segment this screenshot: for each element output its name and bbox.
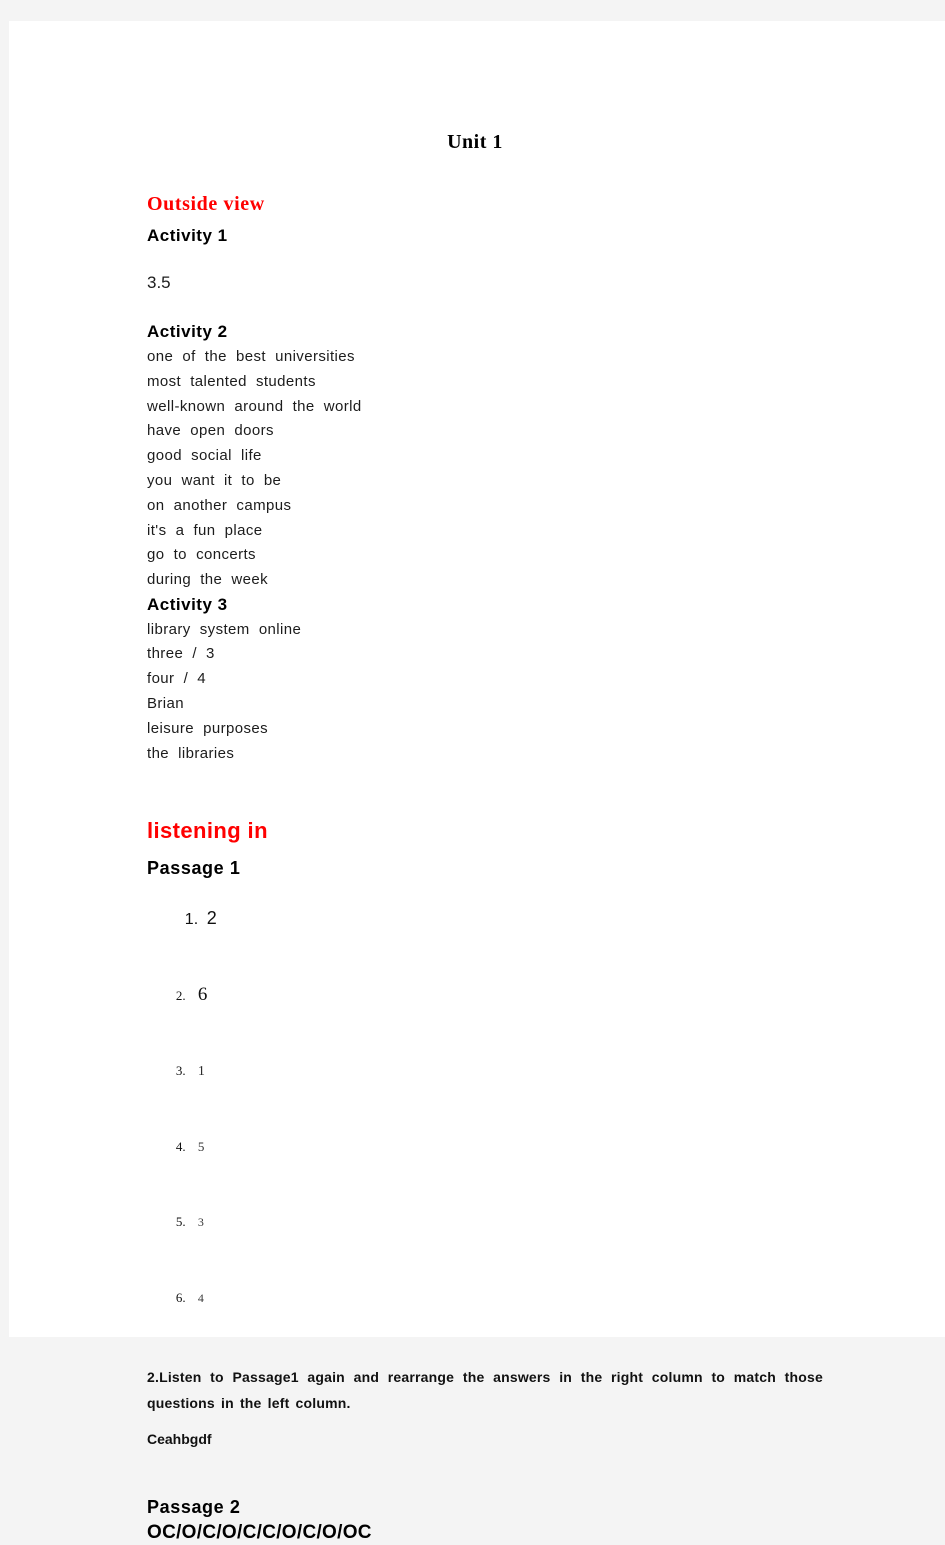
passage-1-instruction: 2.Listen to Passage1 again and rearrange… <box>147 1368 823 1411</box>
activity-heading-1: Activity 1 <box>147 226 228 245</box>
passage-heading-2: Passage 2 <box>147 1496 241 1517</box>
list-item: leisure purposes <box>147 719 269 737</box>
page-title: Unit 1 <box>447 131 503 153</box>
list-item: the libraries <box>147 744 235 762</box>
list-item-number: 5. <box>175 1213 186 1229</box>
list-item-value: 6 <box>197 983 208 1005</box>
list-item: 4. 5 <box>147 1109 823 1184</box>
list-item: you want it to be <box>147 472 282 490</box>
passage-heading-1: Passage 1 <box>147 857 241 878</box>
document-viewport: { "page": { "background_color": "#f4f4f4… <box>0 0 945 1543</box>
list-item-value: 4 <box>197 1290 204 1305</box>
list-item: it's a fun place <box>147 521 263 539</box>
activity-2-answer-list: one of the best universities most talent… <box>147 345 823 593</box>
activity-1-answer: 3.5 <box>147 272 171 292</box>
list-item-number: 6. <box>175 1289 186 1305</box>
passage-spacer <box>147 1450 823 1494</box>
passage-1-answer-list: 1. 2 2. 6 3. 1 4. 5 5. 3 6. 4 <box>147 881 823 1336</box>
document-content: Unit 1 Outside view Activity 1 3.5 Activ… <box>147 131 823 1545</box>
list-item-value: 5 <box>197 1138 205 1154</box>
list-item-value: 2 <box>206 907 217 928</box>
list-item: 3. 1 <box>147 1033 823 1109</box>
list-item: 2. 6 <box>147 957 823 1033</box>
list-item: 1. 2 <box>147 881 823 957</box>
list-item: 5. 3 <box>147 1184 823 1260</box>
list-item: library system online <box>147 620 302 638</box>
section-heading-outside-view: Outside view <box>147 193 265 215</box>
section-heading-listening-in: listening in <box>147 818 268 844</box>
list-item: well-known around the world <box>147 397 362 415</box>
list-item: Brian <box>147 695 185 713</box>
list-item: good social life <box>147 447 262 465</box>
list-item: three / 3 <box>147 645 215 663</box>
list-item: 6. 4 <box>147 1260 823 1336</box>
document-page: Unit 1 Outside view Activity 1 3.5 Activ… <box>9 21 945 1543</box>
list-item-value: 3 <box>197 1214 204 1229</box>
activity-heading-2: Activity 2 <box>147 322 228 342</box>
list-item: four / 4 <box>147 670 207 688</box>
list-item-number: 2. <box>175 987 186 1003</box>
list-item: most talented students <box>147 372 316 390</box>
list-item-number: 1. <box>184 910 199 928</box>
activity-3-answer-list: library system online three / 3 four / 4… <box>147 618 823 767</box>
list-item-number: 3. <box>175 1062 186 1078</box>
list-item: one of the best universities <box>147 348 355 366</box>
list-item: have open doors <box>147 422 274 440</box>
list-item: go to concerts <box>147 546 256 564</box>
activity-heading-3: Activity 3 <box>147 595 228 615</box>
passage-1-match-key: Ceahbgdf <box>147 1430 212 1447</box>
list-item-number: 4. <box>175 1138 186 1154</box>
list-item: during the week <box>147 571 269 589</box>
list-item: on another campus <box>147 496 292 514</box>
passage-2-answer-string: OC/O/C/O/C/C/O/C/O/OC <box>147 1521 372 1543</box>
list-item-value: 1 <box>197 1063 205 1079</box>
